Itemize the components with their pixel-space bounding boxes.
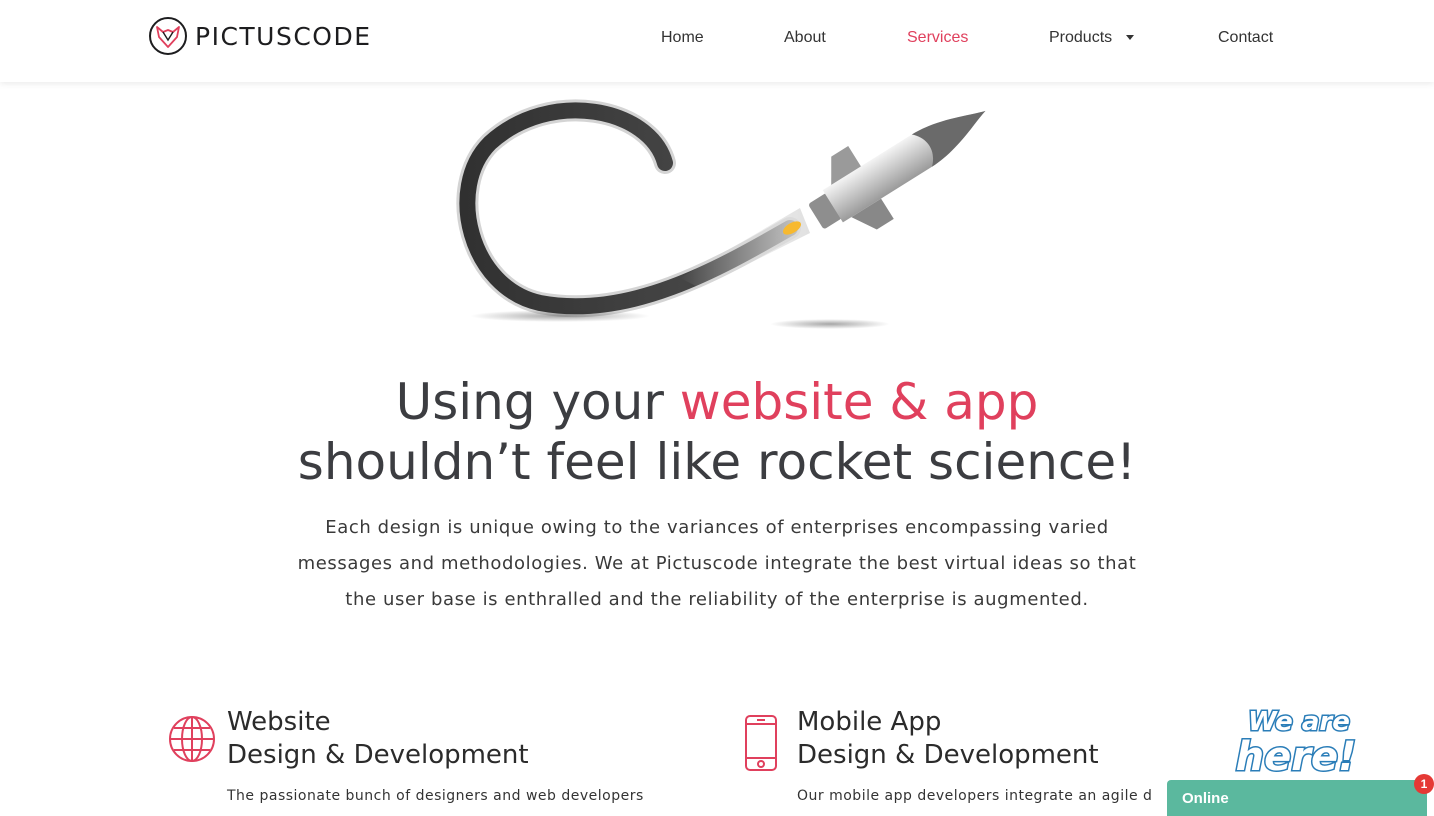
nav-contact[interactable]: Contact [1218,29,1273,47]
service-title: Mobile App Design & Development [797,706,1099,772]
chat-status: Online [1182,790,1229,807]
nav-products-label: Products [1049,29,1113,46]
mobile-phone-icon [745,715,777,771]
chat-notification-badge[interactable]: 1 [1414,774,1434,794]
we-are-here-banner: We are here! [1234,706,1358,781]
service-description: Our mobile app developers integrate an a… [797,788,1153,804]
hero-intro: Each design is unique owing to the varia… [297,517,1137,610]
main-nav: Home About Services Products Contact [0,29,1434,53]
service-title-line2: Design & Development [227,740,529,770]
service-title-line1: Website [227,707,331,737]
service-title-line2: Design & Development [797,740,1099,770]
nav-services[interactable]: Services [907,29,968,47]
hero-headline: Using your website & app shouldn’t feel … [0,372,1434,492]
chat-widget-bar[interactable]: Online [1167,780,1427,816]
service-description: The passionate bunch of designers and we… [227,788,644,804]
site-header: PICTUSCODE Home About Services Products … [0,0,1434,82]
service-mobile-app: Mobile App Design & Development Our mobi… [737,706,1197,816]
caret-down-icon [1126,35,1135,41]
svg-text:We are: We are [1248,707,1350,737]
nav-products[interactable]: Products [1049,29,1135,47]
globe-icon [169,716,215,762]
rocket-illustration [456,99,986,329]
headline-prefix: Using your [395,373,680,431]
nav-home[interactable]: Home [661,29,704,47]
service-title-line1: Mobile App [797,707,942,737]
headline-line2: shouldn’t feel like rocket science! [297,433,1137,491]
nav-about[interactable]: About [784,29,826,47]
headline-accent: website & app [679,373,1039,431]
svg-text:here!: here! [1236,734,1357,780]
service-website: Website Design & Development The passion… [167,706,687,816]
service-title: Website Design & Development [227,706,529,772]
